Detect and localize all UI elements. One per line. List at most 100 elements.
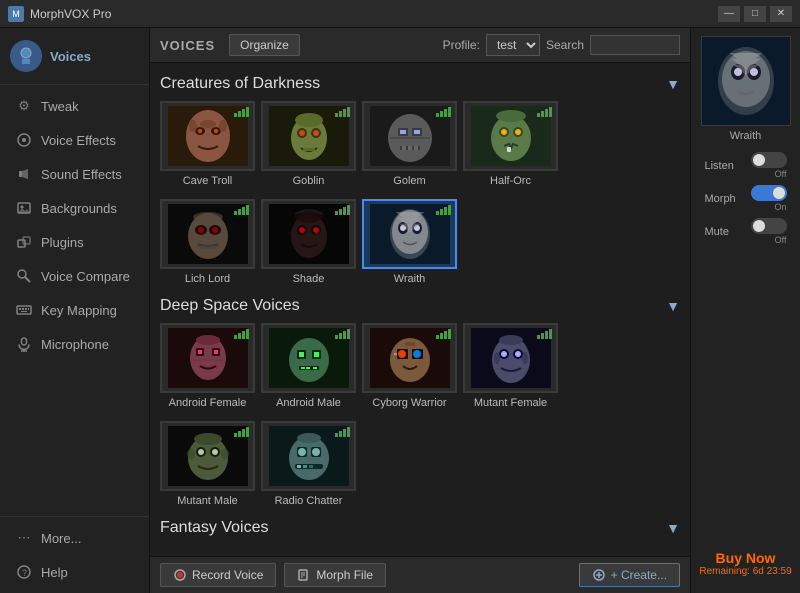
profile-select[interactable]: test: [486, 34, 540, 56]
sidebar-item-sound-effects[interactable]: Sound Effects: [0, 157, 149, 191]
voice-card-mutant-female[interactable]: Mutant Female: [463, 323, 558, 409]
voice-card-lich-lord[interactable]: Lich Lord: [160, 199, 255, 285]
voice-compare-icon: [15, 267, 33, 285]
key-mapping-icon: [15, 301, 33, 319]
sidebar-logo: Voices: [0, 28, 149, 85]
creatures-section-header: Creatures of Darkness ▼: [160, 75, 680, 93]
deep-space-section-header: Deep Space Voices ▼: [160, 297, 680, 315]
voice-grid[interactable]: Creatures of Darkness ▼: [150, 63, 690, 556]
listen-toggle[interactable]: [751, 152, 787, 168]
voice-card-wraith[interactable]: Wraith: [362, 199, 457, 285]
record-voice-button[interactable]: Record Voice: [160, 563, 276, 587]
maximize-button[interactable]: □: [744, 6, 766, 22]
android-female-img: [160, 323, 255, 393]
create-button[interactable]: + Create...: [579, 563, 680, 587]
title-bar-left: M MorphVOX Pro: [8, 6, 111, 22]
sidebar-item-plugins[interactable]: Plugins: [0, 225, 149, 259]
wraith-img: [362, 199, 457, 269]
mute-toggle[interactable]: [751, 218, 787, 234]
app-title: MorphVOX Pro: [30, 7, 111, 21]
sidebar-bottom: ⋯ More... ? Help: [0, 516, 149, 593]
sidebar-item-help[interactable]: ? Help: [0, 555, 149, 589]
close-button[interactable]: ✕: [770, 6, 792, 22]
backgrounds-icon: [15, 199, 33, 217]
sidebar-item-voice-compare-label: Voice Compare: [41, 269, 130, 284]
help-icon: ?: [15, 563, 33, 581]
shade-label: Shade: [293, 273, 325, 285]
fantasy-section-header: Fantasy Voices ▼: [160, 519, 680, 537]
creatures-collapse-icon[interactable]: ▼: [666, 76, 680, 92]
buy-now-section[interactable]: Buy Now Remaining: 6d 23:59: [695, 542, 795, 585]
half-orc-img: [463, 101, 558, 171]
voice-card-golem[interactable]: Golem: [362, 101, 457, 187]
toolbar-section: VOICES: [160, 38, 215, 53]
toolbar-profile: Profile: test Search: [443, 34, 680, 56]
record-icon: [173, 568, 187, 582]
radio-chatter-img: [261, 421, 356, 491]
sound-effects-icon: [15, 165, 33, 183]
voice-effects-icon: [15, 131, 33, 149]
logo-icon: [10, 40, 42, 72]
mutant-male-img: [160, 421, 255, 491]
deep-space-voice-row: Android Female: [160, 323, 680, 409]
lich-lord-signal: [234, 205, 249, 215]
radio-chatter-label: Radio Chatter: [275, 495, 343, 507]
mute-status: Off: [775, 235, 787, 245]
lich-lord-label: Lich Lord: [185, 273, 230, 285]
android-male-img: [261, 323, 356, 393]
mute-control: Mute Off: [701, 218, 791, 245]
android-female-label: Android Female: [169, 397, 247, 409]
listen-toggle-container: Off: [751, 152, 787, 179]
voice-card-cyborg-warrior[interactable]: Cyborg Warrior: [362, 323, 457, 409]
sidebar-item-tweak[interactable]: ⚙ Tweak: [0, 89, 149, 123]
sidebar: Voices ⚙ Tweak Voice Effects Sound Effec…: [0, 28, 150, 593]
morph-file-button[interactable]: Morph File: [284, 563, 386, 587]
sidebar-item-voice-compare[interactable]: Voice Compare: [0, 259, 149, 293]
sidebar-item-label: Tweak: [41, 99, 79, 114]
cave-troll-label: Cave Troll: [183, 175, 233, 187]
voice-card-android-female[interactable]: Android Female: [160, 323, 255, 409]
morph-toggle[interactable]: [751, 185, 787, 201]
creatures-voice-row: Cave Troll: [160, 101, 680, 187]
half-orc-label: Half-Orc: [490, 175, 531, 187]
sidebar-item-more-label: More...: [41, 531, 81, 546]
sidebar-item-plugins-label: Plugins: [41, 235, 84, 250]
mutant-male-label: Mutant Male: [177, 495, 238, 507]
fantasy-title: Fantasy Voices: [160, 519, 269, 537]
search-label: Search: [546, 38, 584, 52]
sidebar-item-backgrounds[interactable]: Backgrounds: [0, 191, 149, 225]
fantasy-collapse-icon[interactable]: ▼: [666, 520, 680, 536]
microphone-icon: [15, 335, 33, 353]
sidebar-item-voice-effects[interactable]: Voice Effects: [0, 123, 149, 157]
goblin-signal: [335, 107, 350, 117]
svg-text:?: ?: [22, 568, 27, 578]
voice-card-goblin[interactable]: Goblin: [261, 101, 356, 187]
bottom-bar: Record Voice Morph File + Create...: [150, 556, 690, 593]
voice-card-cave-troll[interactable]: Cave Troll: [160, 101, 255, 187]
lich-lord-img: [160, 199, 255, 269]
mutant-female-img: [463, 323, 558, 393]
minimize-button[interactable]: —: [718, 6, 740, 22]
goblin-label: Goblin: [293, 175, 325, 187]
buy-now-text[interactable]: Buy Now: [699, 550, 791, 566]
search-input[interactable]: [590, 35, 680, 55]
deep-space-collapse-icon[interactable]: ▼: [666, 298, 680, 314]
listen-control: Listen Off: [701, 152, 791, 179]
tweak-icon: ⚙: [15, 97, 33, 115]
organize-button[interactable]: Organize: [229, 34, 300, 56]
sidebar-logo-label: Voices: [50, 49, 91, 64]
voice-card-shade[interactable]: Shade: [261, 199, 356, 285]
half-orc-signal: [537, 107, 552, 117]
sidebar-item-microphone[interactable]: Microphone: [0, 327, 149, 361]
shade-img: [261, 199, 356, 269]
morph-status: On: [774, 202, 786, 212]
voice-card-half-orc[interactable]: Half-Orc: [463, 101, 558, 187]
voice-card-android-male[interactable]: Android Male: [261, 323, 356, 409]
sidebar-item-key-mapping-label: Key Mapping: [41, 303, 117, 318]
center-panel: VOICES Organize Profile: test Search Cre…: [150, 28, 690, 593]
profile-label: Profile:: [443, 38, 480, 52]
sidebar-item-more[interactable]: ⋯ More...: [0, 521, 149, 555]
voice-card-radio-chatter[interactable]: Radio Chatter: [261, 421, 356, 507]
voice-card-mutant-male[interactable]: Mutant Male: [160, 421, 255, 507]
sidebar-item-key-mapping[interactable]: Key Mapping: [0, 293, 149, 327]
